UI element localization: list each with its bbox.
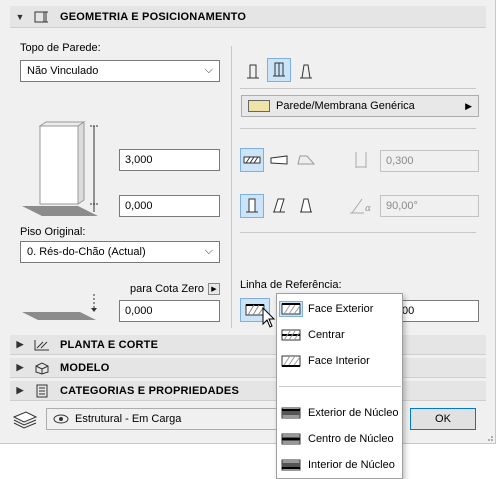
section-title: PLANTA E CORTE	[60, 338, 159, 351]
arrow-right-icon: ▶	[465, 101, 472, 111]
popup-item-label: Centrar	[308, 329, 345, 341]
top-link-label: Topo de Parede:	[20, 42, 101, 54]
top-link-select[interactable]: Não Vinculado ⌵	[20, 60, 220, 82]
resize-grip-icon[interactable]	[484, 432, 494, 442]
layers-icon	[12, 411, 38, 429]
ok-button[interactable]: OK	[410, 408, 476, 430]
section-plan-and-section[interactable]: ▶ PLANTA E CORTE	[10, 335, 486, 355]
popup-item-label: Face Interior	[308, 355, 370, 367]
reference-line-label: Linha de Referência:	[240, 279, 342, 291]
chevron-down-icon: ⌵	[204, 64, 213, 76]
zero-ref-menu-button[interactable]: ▶	[208, 283, 220, 295]
expand-triangle-icon[interactable]: ▶	[10, 362, 30, 373]
top-link-value: Não Vinculado	[27, 65, 99, 77]
reference-line-popup: Face Exterior Centrar Face Interior Exte…	[276, 293, 403, 479]
popup-item-center[interactable]: Centrar	[277, 322, 402, 348]
layer-value: Estrutural - Em Carga	[75, 413, 182, 425]
wall-settings-dialog: ▼ GEOMETRIA E POSICIONAMENTO Topo de Par…	[0, 0, 496, 444]
wall-geometry-icon	[30, 9, 54, 25]
trapezoid-structure-button[interactable]	[294, 148, 318, 172]
popup-item-label: Face Exterior	[308, 303, 374, 315]
mouse-cursor-icon	[262, 307, 276, 328]
section-geometry[interactable]: ▼ GEOMETRIA E POSICIONAMENTO	[10, 6, 486, 28]
straight-wall-button[interactable]	[241, 60, 265, 84]
outside-face-icon	[279, 301, 303, 317]
wall-height-diagram-icon	[22, 121, 98, 216]
thickness-input[interactable]: 0,300	[380, 150, 479, 172]
popup-item-label: Interior de Núcleo	[308, 459, 395, 471]
reference-offset-value: 00	[402, 305, 415, 317]
model-icon	[30, 360, 54, 376]
home-story-select[interactable]: 0. Rés-do-Chão (Actual) ⌵	[20, 241, 220, 263]
profiled-wall-button[interactable]	[294, 60, 318, 84]
vertical-wall-button[interactable]	[267, 58, 291, 82]
thickness-icon	[355, 152, 367, 168]
layer-select[interactable]: Estrutural - Em Carga	[46, 408, 280, 430]
material-swatch-icon	[248, 100, 270, 112]
reference-offset-input[interactable]: 00	[396, 300, 479, 322]
vertical-profile-button[interactable]	[240, 194, 264, 218]
bottom-offset-input[interactable]: 0,000	[119, 195, 220, 217]
zero-ref-label: para Cota Zero	[130, 283, 204, 295]
column-divider	[231, 46, 232, 328]
svg-text:α: α	[365, 204, 371, 214]
core-outside-icon	[280, 406, 302, 420]
inside-face-icon	[280, 354, 302, 368]
slant-angle-input[interactable]: 90,00°	[380, 195, 479, 217]
section-categories[interactable]: ▶ CATEGORIAS E PROPRIEDADES	[10, 381, 486, 401]
zero-ref-input[interactable]: 0,000	[119, 300, 220, 322]
slanted-structure-button[interactable]	[267, 148, 291, 172]
building-material-button[interactable]: Parede/Membrana Genérica ▶	[241, 95, 479, 117]
plan-section-icon	[30, 337, 54, 353]
divider	[240, 232, 476, 233]
core-inside-icon	[280, 458, 302, 472]
divider	[240, 128, 476, 129]
center-icon	[280, 328, 302, 342]
popup-item-core-outside[interactable]: Exterior de Núcleo	[277, 400, 402, 426]
section-title: MODELO	[60, 361, 110, 374]
popup-item-inside-face[interactable]: Face Interior	[277, 348, 402, 374]
collapse-triangle-icon[interactable]: ▼	[10, 12, 30, 22]
home-story-value: 0. Rés-do-Chão (Actual)	[27, 246, 146, 258]
section-title: GEOMETRIA E POSICIONAMENTO	[60, 10, 247, 23]
home-story-label: Piso Original:	[20, 226, 86, 238]
popup-item-label: Centro de Núcleo	[308, 433, 394, 445]
expand-triangle-icon[interactable]: ▶	[10, 339, 30, 350]
popup-item-outside-face[interactable]: Face Exterior	[277, 296, 402, 322]
section-model[interactable]: ▶ MODELO	[10, 358, 486, 378]
wall-height-input[interactable]: 3,000	[119, 149, 220, 171]
double-slanted-profile-button[interactable]	[294, 194, 318, 218]
divider	[240, 88, 476, 89]
slanted-profile-button[interactable]	[267, 194, 291, 218]
popup-divider	[279, 386, 401, 387]
popup-item-core-center[interactable]: Centro de Núcleo	[277, 426, 402, 452]
building-material-value: Parede/Membrana Genérica	[276, 100, 415, 112]
expand-triangle-icon[interactable]: ▶	[10, 385, 30, 396]
categories-icon	[30, 383, 54, 399]
basic-structure-button[interactable]	[240, 148, 264, 172]
eye-icon	[53, 414, 69, 424]
popup-item-core-inside[interactable]: Interior de Núcleo	[277, 452, 402, 478]
section-title: CATEGORIAS E PROPRIEDADES	[60, 384, 239, 397]
slant-angle-icon: α	[350, 198, 371, 214]
popup-item-label: Exterior de Núcleo	[308, 407, 399, 419]
chevron-down-icon: ⌵	[204, 245, 213, 257]
core-center-icon	[280, 432, 302, 446]
zero-level-diagram-icon	[22, 294, 97, 320]
